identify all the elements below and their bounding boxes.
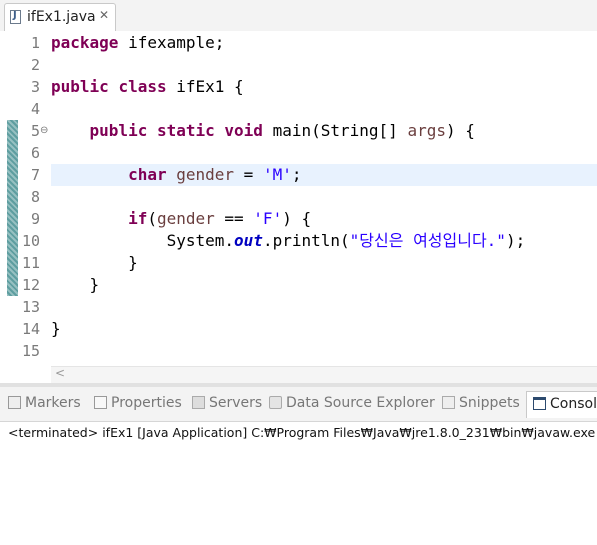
data-source-icon bbox=[269, 396, 282, 409]
line-number: 5 bbox=[30, 122, 40, 140]
code-line-14: } bbox=[51, 319, 61, 338]
line-number: 8 bbox=[30, 188, 40, 206]
line-number: 6 bbox=[30, 144, 40, 162]
editor-tab-bar: J ifEx1.java ✕ bbox=[0, 0, 597, 32]
line-number: 3 bbox=[30, 78, 40, 96]
line-number: 11 bbox=[21, 254, 40, 272]
line-number: 2 bbox=[30, 56, 40, 74]
code-line-9: if(gender == 'F') { bbox=[128, 209, 312, 228]
fold-collapse-icon[interactable]: ⊖ bbox=[40, 120, 48, 142]
code-line-11: } bbox=[128, 253, 138, 272]
console-output: <terminated> ifEx1 [Java Application] C:… bbox=[8, 425, 597, 440]
servers-icon bbox=[192, 396, 205, 409]
line-number: 14 bbox=[21, 320, 40, 338]
tab-properties[interactable]: Properties bbox=[94, 395, 182, 411]
tab-data-source-explorer[interactable]: Data Source Explorer bbox=[269, 395, 435, 411]
line-number: 1 bbox=[30, 34, 40, 52]
line-number: 12 bbox=[21, 276, 40, 294]
line-number: 7 bbox=[30, 166, 40, 184]
tab-snippets[interactable]: Snippets bbox=[442, 395, 520, 411]
properties-icon bbox=[94, 396, 107, 409]
code-editor[interactable]: 1 2 3 4 5 6 7 8 9 10 11 12 13 14 15 ⊖ pa… bbox=[0, 31, 597, 383]
code-line-5: public static void main(String[] args) { bbox=[89, 121, 475, 140]
java-file-icon: J bbox=[10, 10, 21, 24]
horizontal-scrollbar[interactable]: < bbox=[51, 366, 597, 383]
line-number: 4 bbox=[30, 100, 40, 118]
code-line-12: } bbox=[89, 275, 100, 294]
code-line-7: char gender = 'M'; bbox=[128, 165, 302, 184]
bottom-panel-tabs: Markers Properties Servers Data Source E… bbox=[0, 387, 597, 422]
line-number: 9 bbox=[30, 210, 40, 228]
code-line-1: package ifexample; bbox=[51, 33, 225, 52]
editor-tab-title: ifEx1.java bbox=[27, 9, 96, 25]
line-number: 13 bbox=[21, 298, 40, 316]
tab-servers[interactable]: Servers bbox=[192, 395, 262, 411]
snippets-icon bbox=[442, 396, 455, 409]
tab-console[interactable]: Console bbox=[526, 391, 597, 418]
line-number: 15 bbox=[21, 342, 40, 360]
console-icon bbox=[533, 397, 546, 410]
scroll-left-arrow-icon[interactable]: < bbox=[55, 366, 65, 380]
code-line-10: System.out.println("당신은 여성입니다."); bbox=[166, 231, 526, 250]
change-ruler-marker bbox=[7, 120, 18, 296]
close-tab-icon[interactable]: ✕ bbox=[99, 8, 109, 22]
editor-tab-ifex1[interactable]: J ifEx1.java ✕ bbox=[4, 3, 116, 31]
markers-icon bbox=[8, 396, 21, 409]
code-line-3: public class ifEx1 { bbox=[51, 77, 244, 96]
tab-markers[interactable]: Markers bbox=[8, 395, 81, 411]
line-number: 10 bbox=[21, 232, 40, 250]
